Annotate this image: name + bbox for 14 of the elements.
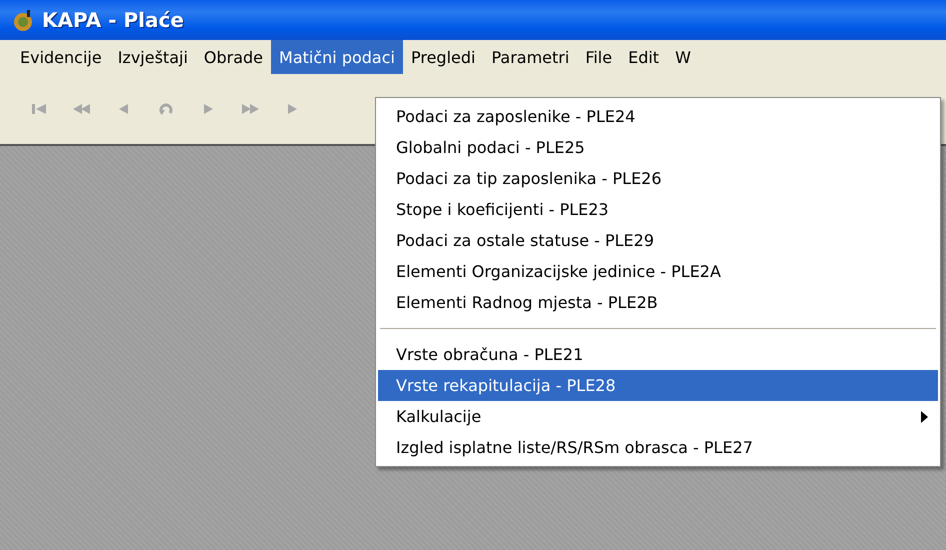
menu-item[interactable]: Izvještaji (110, 40, 196, 74)
window-title: KAPA - Plaće (42, 8, 184, 32)
fast-backward-icon[interactable] (72, 101, 92, 117)
fast-forward-icon[interactable] (240, 101, 260, 117)
menu-item[interactable]: File (577, 40, 620, 74)
menu-option[interactable]: Vrste rekapitulacija - PLE28 (378, 370, 938, 401)
menu-item[interactable]: Pregledi (402, 40, 484, 74)
submenu-arrow-icon (921, 410, 928, 422)
menu-item[interactable]: W (667, 40, 699, 74)
menu-item[interactable]: Obrade (196, 40, 272, 74)
menu-item[interactable]: Edit (620, 40, 668, 74)
menu-item[interactable]: Evidencije (12, 40, 110, 74)
menu-item[interactable]: Parametri (483, 40, 578, 74)
menu-item[interactable]: Matični podaci (271, 40, 403, 74)
